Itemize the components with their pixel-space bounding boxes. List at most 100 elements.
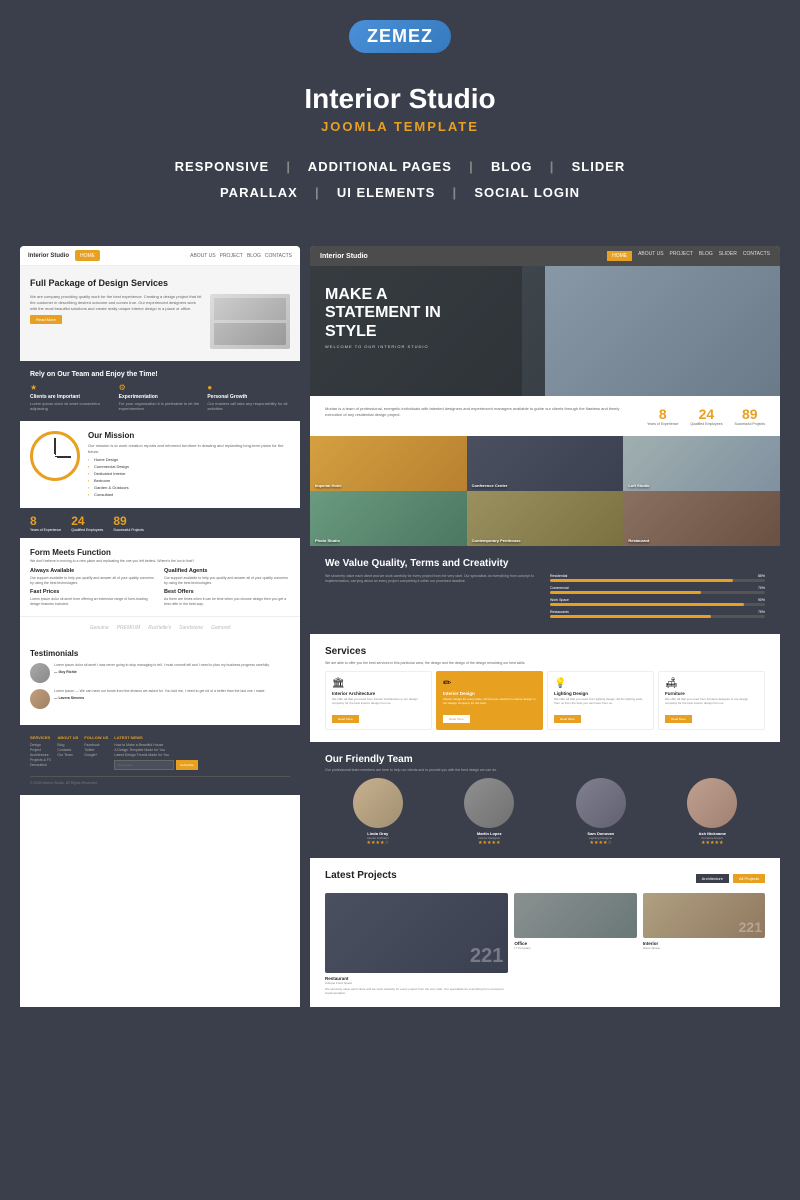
project-img-office: [514, 893, 636, 938]
testimonials-title: Testimonials: [30, 649, 290, 658]
read-more-button[interactable]: Read More: [30, 315, 62, 324]
member-photo-1: [353, 778, 403, 828]
projects-row-1: Imperial Hotel Conference Center Loft St…: [310, 436, 780, 491]
zemez-logo[interactable]: ZEMEZ: [349, 20, 451, 53]
feature-experimentation: ⚙ Experimentation For your organization …: [119, 383, 202, 411]
left-brands: Genuine PREMIUM Ruchelle's Sandstone Gam…: [20, 616, 300, 639]
service-interior-design[interactable]: ✏ Interior Design Interior design for ev…: [436, 671, 543, 730]
services-desc: We are able to offer you the best servic…: [325, 661, 765, 665]
furniture-readmore-button[interactable]: Read More: [665, 715, 692, 723]
left-hero-title: Full Package of Design Services: [30, 278, 290, 290]
form-offers: Best Offers As there are times when it c…: [164, 589, 290, 606]
footer-bottom: © 2016 Interior Studio. All Rights Reser…: [30, 776, 290, 785]
team-grid: Linda Gray Interior Architect ★★★★☆ Mart…: [325, 778, 765, 846]
clock-icon: [30, 431, 80, 481]
lighting-readmore-button[interactable]: Read More: [554, 715, 581, 723]
left-hero: Full Package of Design Services We are c…: [20, 266, 300, 361]
testimonial-1: Lorem ipsum dolor sit amet I was never g…: [30, 663, 290, 683]
member-photo-4: [687, 778, 737, 828]
lighting-icon: 💡: [554, 678, 647, 689]
tab-all-projects[interactable]: All Projects: [733, 874, 765, 883]
project-restaurant[interactable]: Restaurant: [623, 491, 780, 546]
services-grid: 🏛 Interior Architecture We offer all tha…: [325, 671, 765, 730]
left-testimonials: Testimonials Lorem ipsum dolor sit amet …: [20, 639, 300, 725]
form-title: Form Meets Function: [30, 548, 290, 557]
project-conference[interactable]: Conference Center: [467, 436, 624, 491]
tab-architecture[interactable]: Architecture: [696, 874, 729, 883]
feature-growth: ● Personal Growth Our masters will take …: [207, 383, 290, 411]
latest-project-extra[interactable]: 221 Interior Home Space: [643, 893, 765, 995]
left-hero-desc: We are company providing quality work fo…: [30, 294, 204, 312]
project-loft[interactable]: Loft Studio: [623, 436, 780, 491]
subscribe-button[interactable]: Subscribe: [176, 760, 197, 770]
project-img-restaurant: 221: [325, 893, 508, 973]
mission-list: Home Design Commercial Design Dedicated …: [88, 456, 290, 498]
team-desc: Our professional team members are here t…: [325, 768, 765, 772]
about-desc: Modan is a team of professional, energet…: [325, 406, 637, 418]
right-preview: Interior Studio HOME ABOUT US PROJECT BL…: [310, 246, 780, 1007]
left-nav-links: ABOUT US PROJECT BLOG CONTACTS: [190, 253, 292, 259]
footer-copy: © 2016 Interior Studio. All Rights Reser…: [30, 781, 290, 785]
latest-projects-section: Latest Projects Architecture All Project…: [310, 858, 780, 1007]
experiment-icon: ⚙: [119, 383, 202, 392]
right-nav-links: HOME ABOUT US PROJECT BLOG SLIDER CONTAC…: [607, 251, 770, 261]
bar-commercial: Commercial70%: [550, 586, 765, 594]
features-bar: RESPONSIVE | ADDITIONAL PAGES | BLOG | S…: [40, 154, 760, 206]
mockup-container: Interior Studio HOME ABOUT US PROJECT BL…: [0, 246, 800, 1007]
about-stat-years: 8 Years of Experience: [647, 406, 678, 426]
bar-restaurants: Restaurants75%: [550, 610, 765, 618]
team-section: Our Friendly Team Our professional team …: [310, 742, 780, 858]
form-features: Always Available Our support available t…: [30, 568, 290, 585]
left-dark-section: Rely on Our Team and Enjoy the Time! ★ C…: [20, 361, 300, 421]
bar-residential: Residential85%: [550, 574, 765, 582]
team-member-2: Martin Lopez Interior Designer ★★★★★: [437, 778, 543, 846]
top-header: ZEMEZ Interior Studio JOOMLA TEMPLATE RE…: [0, 0, 800, 236]
left-mission: Our Mission Our mission is to work creat…: [20, 421, 300, 508]
member-photo-3: [576, 778, 626, 828]
right-hero: MAKE A STATEMENT IN STYLE WELCOME TO OUR…: [310, 266, 780, 396]
footer-services: SERVICES Design Project Architecture Pro…: [30, 735, 51, 770]
project-photo[interactable]: Photo Studio: [310, 491, 467, 546]
hero-subtitle: WELCOME TO OUR INTERIOR STUDIO: [325, 344, 765, 349]
page-title: Interior Studio: [40, 83, 760, 115]
hero-title: MAKE A STATEMENT IN STYLE: [325, 286, 485, 341]
feature-clients: ★ Clients are Important Lorem ipsum dolo…: [30, 383, 113, 411]
team-title: Our Friendly Team: [325, 754, 765, 765]
quality-section: We Value Quality, Terms and Creativity W…: [310, 546, 780, 634]
team-member-3: Sam Donovan Lighting Designer ★★★★☆: [548, 778, 654, 846]
project-penthouse[interactable]: Contemporary Penthouse: [467, 491, 624, 546]
bar-workspace: Work Space90%: [550, 598, 765, 606]
project-imperial[interactable]: Imperial Hotel: [310, 436, 467, 491]
left-footer: SERVICES Design Project Architecture Pro…: [20, 725, 300, 795]
right-nav: Interior Studio HOME ABOUT US PROJECT BL…: [310, 246, 780, 266]
left-nav: Interior Studio HOME ABOUT US PROJECT BL…: [20, 246, 300, 266]
clients-icon: ★: [30, 383, 113, 392]
left-stats: 8 Years of Experience 24 Qualified Emplo…: [20, 508, 300, 538]
footer-columns: SERVICES Design Project Architecture Pro…: [30, 735, 290, 770]
stat-employees: 24 Qualified Employees: [71, 514, 103, 532]
projects-grid: Imperial Hotel Conference Center Loft St…: [310, 436, 780, 546]
service-architecture[interactable]: 🏛 Interior Architecture We offer all tha…: [325, 671, 432, 730]
design-readmore-button[interactable]: Read More: [443, 715, 470, 723]
arch-readmore-button[interactable]: Read More: [332, 715, 359, 723]
footer-about: ABOUT US Blog Contacts Our Team: [57, 735, 78, 770]
newsletter-input[interactable]: [114, 760, 174, 770]
mission-title: Our Mission: [88, 431, 290, 440]
architecture-icon: 🏛: [332, 678, 425, 689]
services-title: Services: [325, 646, 765, 657]
left-nav-logo: Interior Studio: [28, 253, 69, 259]
growth-icon: ●: [207, 383, 290, 392]
form-prices: Fast Prices Lorem ipsum dolor sit amet f…: [30, 589, 156, 606]
quality-title: We Value Quality, Terms and Creativity: [325, 558, 765, 569]
service-furniture[interactable]: 🛋 Furniture We offer all that you need f…: [658, 671, 765, 730]
services-section: Services We are able to offer you the be…: [310, 634, 780, 742]
mission-desc: Our mission is to work creation reports …: [88, 443, 290, 454]
left-preview: Interior Studio HOME ABOUT US PROJECT BL…: [20, 246, 300, 1007]
team-member-4: Ash Nickname Furniture Expert ★★★★★: [660, 778, 766, 846]
latest-project-office[interactable]: Office IT Company: [514, 893, 636, 995]
projects-row-2: Photo Studio Contemporary Penthouse Rest…: [310, 491, 780, 546]
about-stat-employees: 24 Qualified Employees: [690, 406, 722, 426]
member-photo-2: [464, 778, 514, 828]
latest-project-restaurant[interactable]: 221 Restaurant Antique Food Space We sin…: [325, 893, 508, 995]
service-lighting[interactable]: 💡 Lighting Design We offer all that you …: [547, 671, 654, 730]
